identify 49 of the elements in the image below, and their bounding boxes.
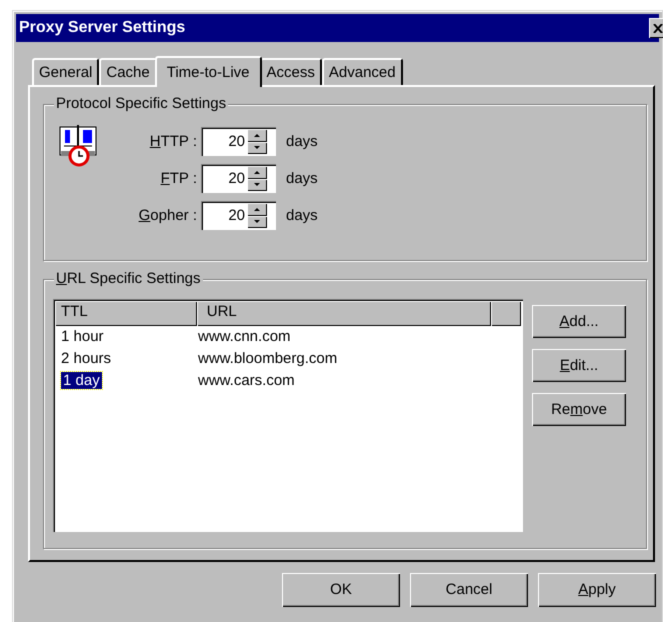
list-button[interactable]: Remove	[532, 393, 626, 426]
group-title: Protocol Specific Settings	[54, 95, 228, 113]
dialog-button[interactable]: Cancel	[410, 573, 528, 607]
spin-up-button[interactable]	[247, 129, 267, 142]
down-arrow-icon	[253, 219, 261, 224]
list-item[interactable]: 1 day	[61, 372, 102, 389]
number-spinner[interactable]: 20	[201, 164, 276, 193]
list-button[interactable]: Edit...	[532, 349, 626, 382]
down-arrow-icon	[253, 182, 261, 188]
column-header[interactable]: URL	[196, 301, 492, 326]
unit-label: days	[286, 132, 318, 150]
table-cell-text: www.cnn.com	[198, 328, 292, 346]
group-title: URL Specific Settings	[54, 270, 203, 288]
field-label: HTTP :	[148, 132, 197, 150]
spin-down-button[interactable]	[247, 142, 267, 154]
column-header[interactable]	[491, 301, 521, 326]
tab[interactable]: Cache	[99, 58, 157, 85]
list-item[interactable]: 2 hours	[61, 350, 112, 367]
column-header[interactable]: TTL	[55, 301, 197, 326]
spin-up-button[interactable]	[247, 166, 267, 178]
number-field[interactable]: 20	[203, 166, 247, 191]
spin-up-button[interactable]	[247, 203, 267, 216]
window-title: Proxy Server Settings	[19, 18, 186, 38]
tab[interactable]: General	[32, 58, 100, 85]
close-button[interactable]	[649, 18, 663, 38]
unit-label: days	[286, 170, 318, 188]
tab[interactable]: Advanced	[322, 58, 403, 85]
unit-label: days	[286, 206, 318, 224]
spin-down-button[interactable]	[247, 178, 267, 191]
up-arrow-icon	[253, 132, 261, 138]
dialog-button[interactable]: Apply	[538, 573, 656, 607]
tab[interactable]: Access	[260, 58, 322, 85]
number-spinner[interactable]: 20	[201, 127, 276, 156]
dialog-button[interactable]: OK	[282, 573, 400, 607]
up-arrow-icon	[253, 206, 261, 212]
field-label: Gopher :	[138, 206, 197, 224]
field-label: FTP :	[160, 170, 197, 188]
number-field[interactable]: 20	[203, 203, 247, 228]
list-item[interactable]: 1 hour	[61, 328, 104, 345]
list-button[interactable]: Add...	[532, 305, 626, 338]
table-cell-text: www.cars.com	[198, 372, 296, 390]
tab[interactable]: Time-to-Live	[154, 56, 262, 87]
number-spinner[interactable]: 20	[201, 201, 276, 230]
number-field[interactable]: 20	[203, 129, 247, 154]
down-arrow-icon	[253, 145, 261, 150]
close-icon	[653, 24, 663, 32]
table-cell-text: www.bloomberg.com	[198, 350, 338, 368]
spin-down-button[interactable]	[247, 216, 267, 228]
up-arrow-icon	[253, 170, 261, 175]
